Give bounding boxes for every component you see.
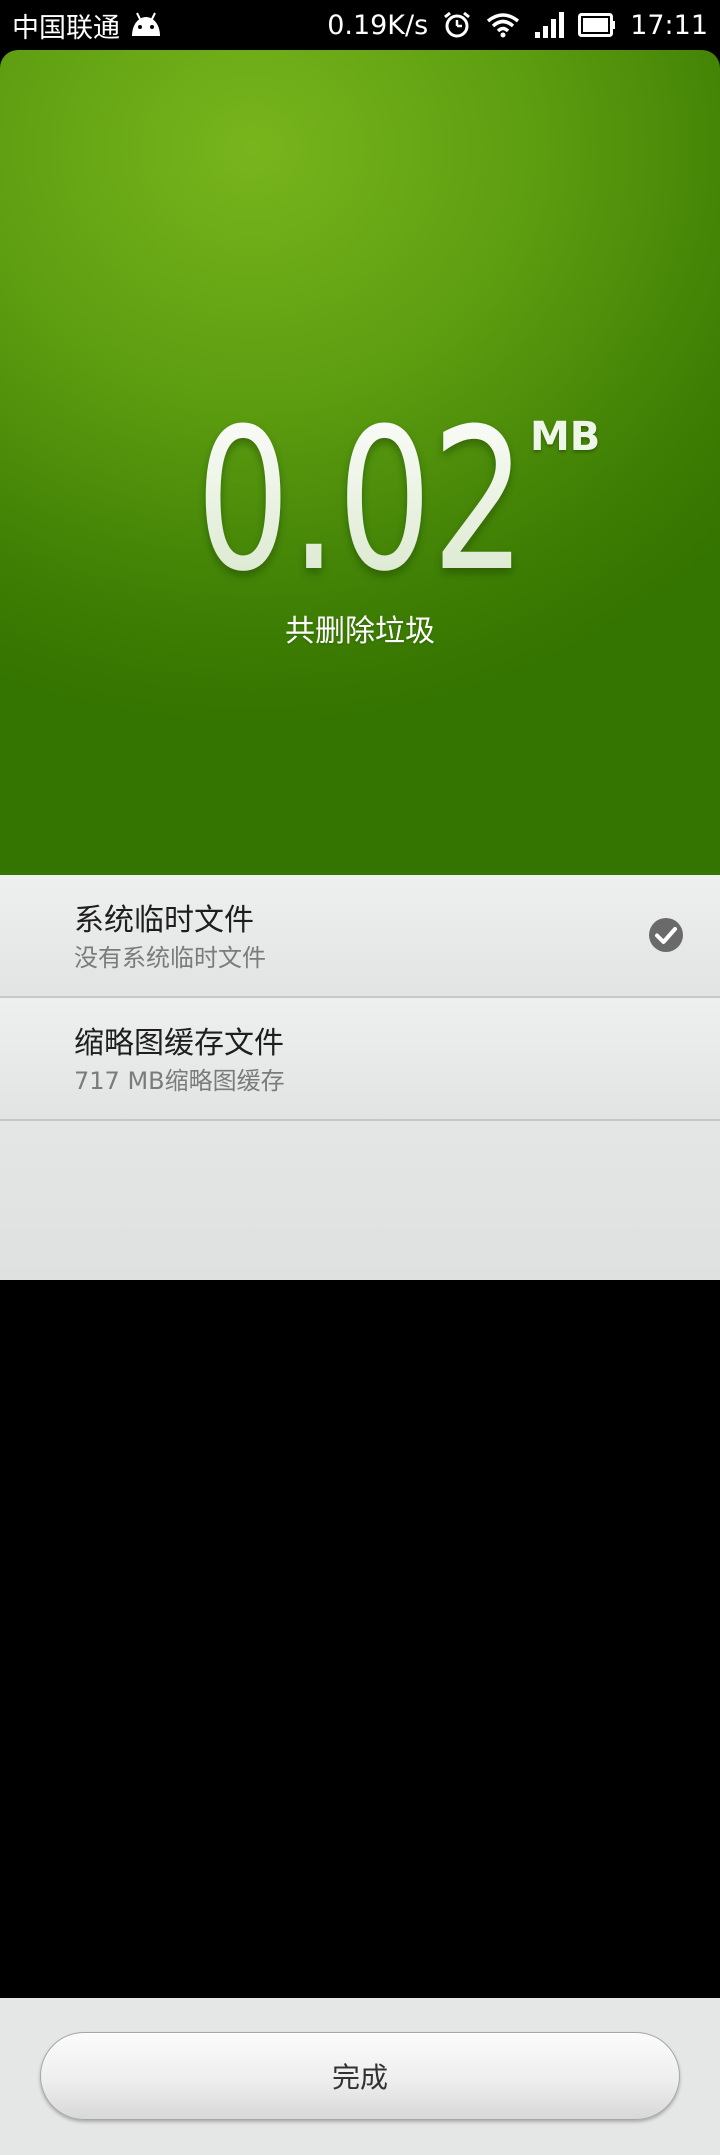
item-subtitle: 没有系统临时文件 xyxy=(74,944,266,972)
wifi-icon xyxy=(486,12,520,38)
cleanup-category-list: 系统临时文件 没有系统临时文件 缩略图缓存文件 717 MB缩略图缓存 完成 xyxy=(0,875,720,2155)
status-bar: 中国联通 0.19K/s 17:11 xyxy=(0,0,720,50)
deleted-amount: 0.02 xyxy=(196,400,526,590)
item-title: 系统临时文件 xyxy=(74,903,254,938)
carrier-name: 中国联通 xyxy=(12,12,120,44)
deleted-caption: 共删除垃圾 xyxy=(285,614,435,649)
item-subtitle: 717 MB缩略图缓存 xyxy=(74,1067,285,1095)
check-icon xyxy=(649,918,683,952)
deleted-amount-unit: MB xyxy=(530,414,601,460)
list-item-thumbnail-cache[interactable]: 缩略图缓存文件 717 MB缩略图缓存 xyxy=(0,998,720,1121)
cleanup-result-panel: 0.02 MB 共删除垃圾 xyxy=(0,50,720,875)
clock: 17:11 xyxy=(630,9,708,41)
item-title: 缩略图缓存文件 xyxy=(74,1026,284,1061)
battery-icon xyxy=(578,13,616,37)
footer-bar: 完成 xyxy=(0,1998,720,2155)
done-button[interactable]: 完成 xyxy=(40,2032,680,2120)
alarm-icon xyxy=(442,10,472,40)
list-item-system-temp[interactable]: 系统临时文件 没有系统临时文件 xyxy=(0,875,720,998)
deleted-amount-value: 0.02 xyxy=(196,400,526,590)
signal-icon xyxy=(534,12,565,38)
net-speed: 0.19K/s xyxy=(327,9,429,41)
android-icon xyxy=(128,12,164,38)
